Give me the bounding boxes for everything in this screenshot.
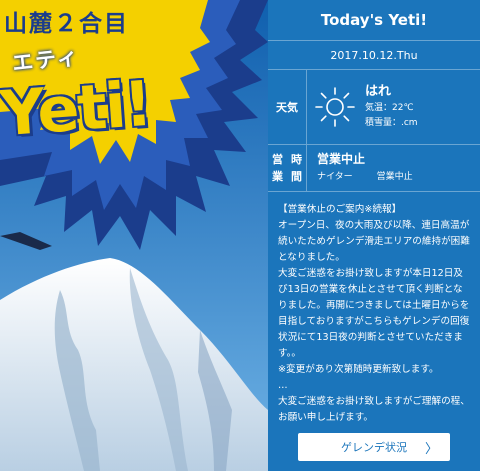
hours-label-line1: 営業 bbox=[272, 153, 283, 183]
night-hours: ナイター 営業中止 bbox=[317, 169, 480, 185]
notice-paragraph: 大変ご迷惑をお掛け致しますが本日12日及び13日の営業を休止とさせて頂く判断とな… bbox=[278, 268, 470, 359]
notice-heading: 【営業休止のご案内※続報】 bbox=[278, 204, 402, 215]
weather-condition: はれ bbox=[365, 84, 392, 99]
sun-icon bbox=[315, 87, 355, 127]
hero-banner: 山麓２合目 エティ Yeti! bbox=[0, 0, 268, 471]
closure-notice: 【営業休止のご案内※続報】 オープン日、夜の大雨及び以降、連日高温が続いたためゲ… bbox=[268, 192, 480, 426]
panel-date: 2017.10.12.Thu bbox=[268, 41, 480, 70]
notice-ellipsis: … bbox=[278, 380, 288, 391]
weather-label: 天気 bbox=[268, 70, 307, 144]
todays-yeti-panel: Today's Yeti! 2017.10.12.Thu 天気 はれ 気温：22… bbox=[268, 0, 480, 471]
weather-temperature: 気温：22℃ bbox=[365, 103, 414, 113]
hours-label: 営業 時間 bbox=[268, 145, 307, 191]
hero-title: 山麓２合目 bbox=[4, 11, 129, 37]
yeti-logo: Yeti! bbox=[0, 66, 153, 151]
weather-snowfall: 積雪量：.cm bbox=[365, 118, 418, 128]
panel-title: Today's Yeti! bbox=[268, 0, 480, 41]
hours-status: 営業中止 bbox=[317, 152, 366, 166]
weather-body: はれ 気温：22℃ 積雪量：.cm bbox=[307, 70, 480, 144]
slope-status-button[interactable]: ゲレンデ状況 〉 bbox=[298, 433, 450, 461]
notice-paragraph: 大変ご迷惑をお掛け致しますがご理解の程、お願い申し上げます。 bbox=[278, 396, 470, 423]
slope-status-label: ゲレンデ状況 bbox=[341, 441, 407, 454]
hours-label-line2: 時間 bbox=[291, 153, 302, 183]
chevron-right-icon: 〉 bbox=[424, 442, 438, 457]
notice-paragraph: オープン日、夜の大雨及び以降、連日高温が続いたためゲレンデ滑走エリアの維持が困難… bbox=[278, 220, 470, 263]
notice-paragraph: ※変更があり次第随時更新致します。 bbox=[278, 364, 439, 375]
hours-row: 営業 時間 営業中止 ナイター 営業中止 bbox=[268, 145, 480, 192]
weather-details: はれ 気温：22℃ 積雪量：.cm bbox=[365, 83, 418, 131]
hours-body: 営業中止 ナイター 営業中止 bbox=[307, 145, 480, 191]
night-label: ナイター bbox=[317, 172, 353, 182]
night-status: 営業中止 bbox=[376, 172, 413, 182]
weather-row: 天気 はれ 気温：22℃ 積雪量：.cm bbox=[268, 70, 480, 145]
